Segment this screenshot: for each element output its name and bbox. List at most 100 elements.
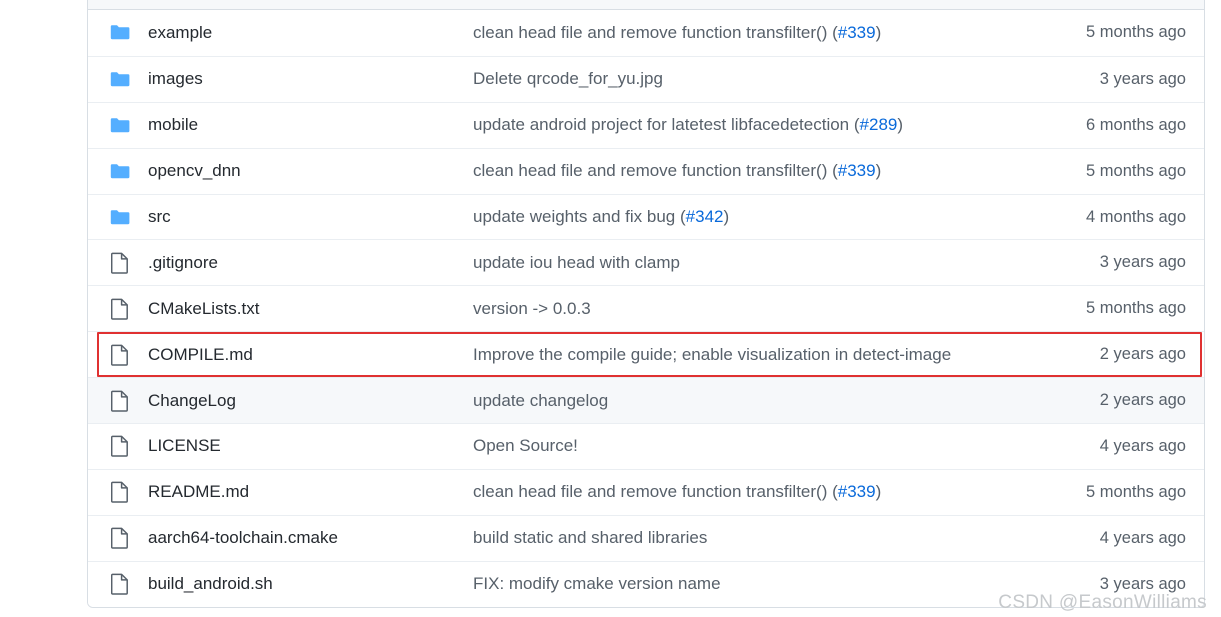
commit-message-text: clean head file and remove function tran… bbox=[473, 161, 833, 181]
commit-message-text: update iou head with clamp bbox=[473, 252, 680, 272]
file-icon bbox=[111, 435, 129, 458]
file-icon bbox=[111, 252, 129, 274]
pr-paren-close: ) bbox=[875, 161, 882, 181]
file-name-link[interactable]: aarch64-toolchain.cmake bbox=[148, 528, 473, 548]
commit-message-cell[interactable]: update android project for latetest libf… bbox=[473, 115, 1014, 135]
file-icon bbox=[111, 390, 129, 412]
commit-message-cell[interactable]: clean head file and remove function tran… bbox=[473, 23, 1014, 43]
commit-message-text: update weights and fix bug bbox=[473, 207, 680, 226]
commit-time-cell: 5 months ago bbox=[1086, 482, 1186, 501]
csdn-watermark: CSDN @EasonWilliams bbox=[998, 592, 1207, 613]
pr-paren-close: ) bbox=[897, 115, 904, 135]
file-rows-container: example clean head file and remove functi… bbox=[88, 10, 1204, 607]
row-icon-cell bbox=[88, 209, 148, 226]
file-icon bbox=[111, 344, 129, 366]
commit-message-text: Improve the compile guide; enable visual… bbox=[473, 344, 952, 364]
folder-icon bbox=[110, 71, 130, 88]
folder-name-link[interactable]: opencv_dnn bbox=[148, 161, 473, 181]
row-icon-cell bbox=[88, 344, 148, 366]
commit-time-cell: 2 years ago bbox=[1099, 391, 1186, 410]
commit-message-text: clean head file and remove function tran… bbox=[473, 482, 833, 502]
pull-request-link[interactable]: #339 bbox=[838, 482, 876, 501]
commit-time-cell: 6 months ago bbox=[1086, 115, 1186, 134]
commit-message-cell[interactable]: update iou head with clamp bbox=[473, 253, 1014, 273]
commit-time-cell: 3 years ago bbox=[1099, 253, 1186, 272]
row-icon-cell bbox=[88, 252, 148, 274]
commit-message-cell[interactable]: update changelog bbox=[473, 391, 1014, 411]
row-icon-cell bbox=[88, 163, 148, 180]
commit-message-cell[interactable]: version -> 0.0.3 bbox=[473, 299, 1014, 319]
file-name-link[interactable]: LICENSE bbox=[148, 436, 473, 456]
commit-message-cell[interactable]: Improve the compile guide; enable visual… bbox=[473, 345, 1014, 365]
table-row[interactable]: images Delete qrcode_for_yu.jpg 3 years ag… bbox=[88, 55, 1204, 102]
file-name-link[interactable]: CMakeLists.txt bbox=[148, 299, 473, 319]
commit-message-cell[interactable]: clean head file and remove function tran… bbox=[473, 482, 1014, 502]
commit-time-cell: 3 years ago bbox=[1099, 69, 1186, 88]
table-row[interactable]: aarch64-toolchain.cmake build static and … bbox=[88, 514, 1204, 561]
pr-paren-close: ) bbox=[723, 207, 730, 226]
commit-message-text: Delete qrcode_for_yu.jpg bbox=[473, 69, 663, 89]
pull-request-link[interactable]: #339 bbox=[838, 161, 876, 180]
commit-time-cell: 4 years ago bbox=[1099, 436, 1186, 455]
row-icon-cell bbox=[88, 24, 148, 41]
commit-message-text: update changelog bbox=[473, 390, 609, 410]
pull-request-link[interactable]: #289 bbox=[860, 115, 898, 134]
folder-name-link[interactable]: src bbox=[148, 207, 473, 227]
file-name-link[interactable]: COMPILE.md bbox=[148, 345, 473, 365]
commit-message-cell[interactable]: build static and shared libraries bbox=[473, 528, 1014, 548]
table-row[interactable]: opencv_dnn clean head file and remove fun… bbox=[88, 147, 1204, 194]
table-row[interactable]: LICENSE Open Source! 4 years ago bbox=[88, 423, 1204, 469]
commit-time-cell: 2 years ago bbox=[1099, 345, 1186, 364]
commit-message-text: Open Source! bbox=[473, 436, 578, 456]
row-icon-cell bbox=[88, 117, 148, 134]
table-row[interactable]: COMPILE.md Improve the compile guide; ena… bbox=[88, 331, 1204, 378]
folder-name-link[interactable]: example bbox=[148, 23, 473, 43]
commit-message-cell[interactable]: FIX: modify cmake version name bbox=[473, 574, 1014, 594]
commit-message-cell[interactable]: Open Source! bbox=[473, 436, 1014, 456]
commit-time-cell: 5 months ago bbox=[1086, 299, 1186, 318]
table-header-strip bbox=[88, 0, 1204, 10]
table-row[interactable]: mobile update android project for latetes… bbox=[88, 101, 1204, 148]
commit-time-cell: 4 years ago bbox=[1099, 528, 1186, 547]
row-icon-cell bbox=[88, 573, 148, 595]
folder-icon bbox=[110, 117, 130, 134]
pr-paren-close: ) bbox=[875, 22, 882, 42]
pull-request-link[interactable]: #339 bbox=[838, 23, 876, 42]
commit-message-text: build static and shared libraries bbox=[473, 528, 708, 548]
commit-message-cell[interactable]: Delete qrcode_for_yu.jpg bbox=[473, 69, 1014, 89]
commit-message-cell[interactable]: update weights and fix bug (#342) bbox=[473, 207, 1014, 227]
table-row[interactable]: src update weights and fix bug (#342) 4 mo… bbox=[88, 193, 1204, 240]
table-row[interactable]: CMakeLists.txt version -> 0.0.3 5 months a… bbox=[88, 285, 1204, 332]
table-row[interactable]: README.md clean head file and remove func… bbox=[88, 468, 1204, 515]
file-name-link[interactable]: .gitignore bbox=[148, 253, 473, 273]
commit-time-cell: 5 months ago bbox=[1086, 161, 1186, 180]
folder-name-link[interactable]: images bbox=[148, 69, 473, 89]
file-listing-table: example clean head file and remove functi… bbox=[87, 0, 1205, 608]
table-row[interactable]: .gitignore update iou head with clamp 3 ye… bbox=[88, 239, 1204, 286]
commit-time-cell: 3 years ago bbox=[1099, 574, 1186, 593]
row-icon-cell bbox=[88, 527, 148, 549]
folder-name-link[interactable]: mobile bbox=[148, 115, 473, 135]
row-icon-cell bbox=[88, 481, 148, 504]
table-row[interactable]: ChangeLog update changelog 2 years ago bbox=[88, 377, 1204, 424]
folder-icon bbox=[110, 24, 130, 41]
commit-message-text: clean head file and remove function tran… bbox=[473, 22, 833, 42]
file-icon bbox=[111, 481, 129, 504]
commit-message-cell[interactable]: clean head file and remove function tran… bbox=[473, 161, 1014, 181]
file-name-link[interactable]: ChangeLog bbox=[148, 391, 473, 411]
commit-message-text: FIX: modify cmake version name bbox=[473, 574, 721, 594]
commit-time-cell: 5 months ago bbox=[1086, 23, 1186, 42]
file-name-link[interactable]: README.md bbox=[148, 482, 473, 502]
file-name-link[interactable]: build_android.sh bbox=[148, 574, 473, 594]
file-icon bbox=[111, 527, 129, 549]
row-icon-cell bbox=[88, 390, 148, 412]
pull-request-link[interactable]: #342 bbox=[686, 207, 724, 226]
row-icon-cell bbox=[88, 298, 148, 320]
pr-paren-close: ) bbox=[875, 482, 882, 502]
file-icon bbox=[111, 298, 129, 320]
commit-message-text: update android project for latetest libf… bbox=[473, 115, 854, 135]
folder-icon bbox=[110, 163, 130, 180]
commit-time-cell: 4 months ago bbox=[1086, 207, 1186, 226]
commit-message-text: version -> 0.0.3 bbox=[473, 298, 591, 318]
table-row[interactable]: example clean head file and remove functi… bbox=[88, 10, 1204, 56]
